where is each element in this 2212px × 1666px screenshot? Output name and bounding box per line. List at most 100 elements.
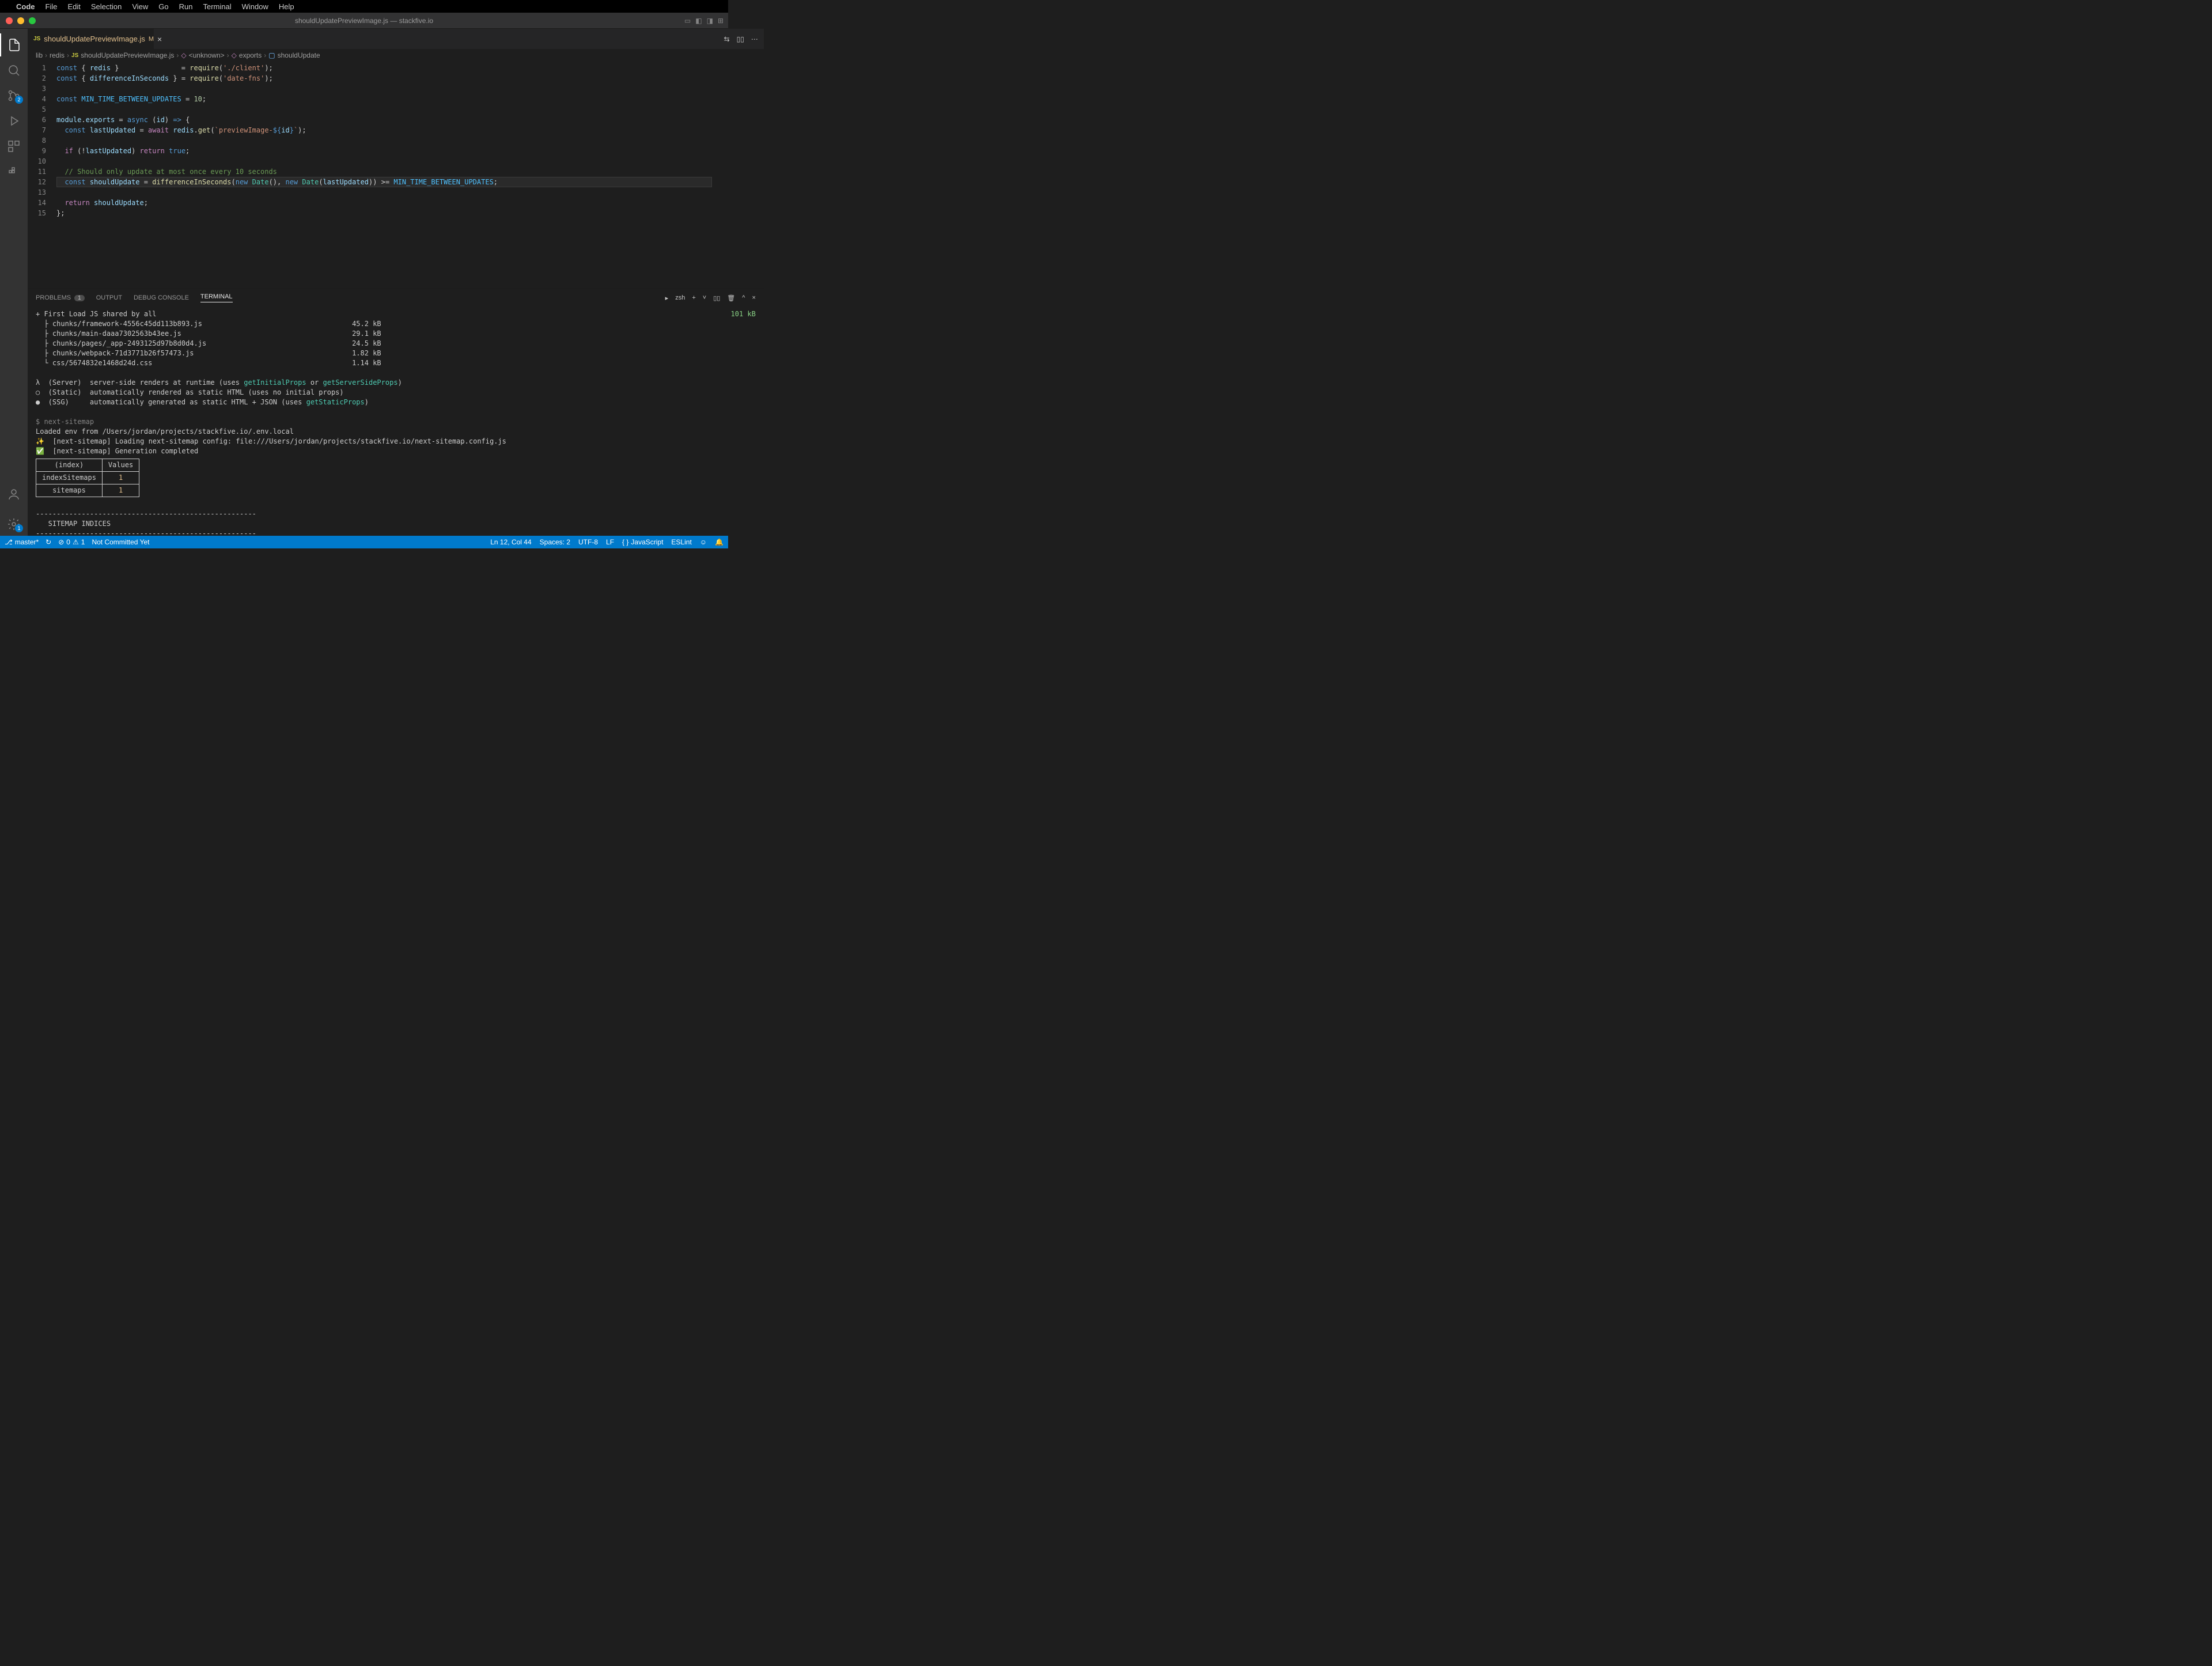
panel-tab-terminal[interactable]: TERMINAL xyxy=(200,293,233,302)
encoding[interactable]: UTF-8 xyxy=(578,538,598,546)
menu-help[interactable]: Help xyxy=(279,2,294,11)
debug-icon xyxy=(7,114,21,128)
activity-scm[interactable]: 2 xyxy=(0,84,28,107)
terminal-dropdown-icon[interactable]: ˅ xyxy=(703,294,706,301)
settings-badge: 1 xyxy=(15,524,23,532)
symbol-icon: ◇ xyxy=(181,51,186,59)
language-mode[interactable]: { } JavaScript xyxy=(622,538,663,546)
menu-view[interactable]: View xyxy=(132,2,148,11)
shell-name[interactable]: zsh xyxy=(675,294,685,301)
git-status[interactable]: Not Committed Yet xyxy=(92,538,149,546)
window-titlebar: shouldUpdatePreviewImage.js — stackfive.… xyxy=(0,13,728,29)
panel-tab-problems[interactable]: PROBLEMS 1 xyxy=(36,294,85,301)
extensions-icon xyxy=(7,139,21,153)
line-gutter: 123456789101112131415 xyxy=(28,62,56,288)
problems-label: PROBLEMS xyxy=(36,294,71,301)
status-bar: ⎇master* ↻ ⊘0 ⚠1 Not Committed Yet Ln 12… xyxy=(0,536,728,548)
app-name[interactable]: Code xyxy=(16,2,35,11)
minimap[interactable] xyxy=(712,62,764,288)
bottom-panel: PROBLEMS 1 OUTPUT DEBUG CONSOLE TERMINAL… xyxy=(28,288,764,536)
eol[interactable]: LF xyxy=(606,538,614,546)
breadcrumb-part[interactable]: shouldUpdatePreviewImage.js xyxy=(81,51,174,59)
activity-settings[interactable]: 1 xyxy=(0,513,28,536)
panel-tab-debug[interactable]: DEBUG CONSOLE xyxy=(134,294,189,301)
warning-count: 1 xyxy=(81,538,85,546)
tab-status: M xyxy=(149,36,154,43)
minimize-window-button[interactable] xyxy=(17,17,24,24)
docker-icon xyxy=(7,165,21,179)
js-file-icon: JS xyxy=(71,52,78,59)
breadcrumb-part[interactable]: <unknown> xyxy=(189,51,225,59)
shell-launcher-icon[interactable]: ▸ xyxy=(665,294,669,302)
breadcrumb-part[interactable]: lib xyxy=(36,51,43,59)
activity-search[interactable] xyxy=(0,59,28,82)
tab-label: shouldUpdatePreviewImage.js xyxy=(44,35,145,43)
breadcrumb-part[interactable]: exports xyxy=(239,51,262,59)
search-icon xyxy=(7,63,21,77)
branch-name: master* xyxy=(15,538,39,546)
eslint-status[interactable]: ESLint xyxy=(671,538,691,546)
account-icon xyxy=(7,487,21,501)
indentation[interactable]: Spaces: 2 xyxy=(540,538,570,546)
close-panel-icon[interactable]: × xyxy=(752,294,755,301)
toggle-secondary-icon[interactable]: ◨ xyxy=(707,17,713,25)
close-window-button[interactable] xyxy=(6,17,13,24)
menu-go[interactable]: Go xyxy=(158,2,168,11)
symbol-icon: ◇ xyxy=(232,51,237,59)
traffic-lights xyxy=(0,17,36,24)
menu-edit[interactable]: Edit xyxy=(67,2,80,11)
files-icon xyxy=(7,38,21,52)
window-title: shouldUpdatePreviewImage.js — stackfive.… xyxy=(295,17,433,25)
sync-button[interactable]: ↻ xyxy=(46,538,51,546)
notifications-icon[interactable]: 🔔 xyxy=(715,538,724,546)
activity-docker[interactable] xyxy=(0,160,28,183)
error-count: 0 xyxy=(66,538,70,546)
editor-tab[interactable]: JS shouldUpdatePreviewImage.js M × xyxy=(28,29,154,49)
activity-bar: 2 1 xyxy=(0,29,28,536)
kill-terminal-icon[interactable]: 🗑 xyxy=(727,294,735,302)
error-icon: ⊘ xyxy=(58,538,64,546)
customize-layout-icon[interactable]: ⊞ xyxy=(718,17,724,25)
editor-area: JS shouldUpdatePreviewImage.js M × ⇆ ▯▯ … xyxy=(28,29,764,536)
scm-badge: 2 xyxy=(15,96,23,104)
layout-controls: ▭ ◧ ◨ ⊞ xyxy=(684,17,724,25)
editor-body[interactable]: 123456789101112131415 const { redis } = … xyxy=(28,62,764,288)
breadcrumb-part[interactable]: redis xyxy=(50,51,65,59)
new-terminal-icon[interactable]: + xyxy=(692,294,695,301)
terminal-output[interactable]: + First Load JS shared by all 101 kB ├ c… xyxy=(28,307,764,536)
git-branch[interactable]: ⎇master* xyxy=(5,538,39,546)
activity-debug[interactable] xyxy=(0,109,28,132)
branch-icon: ⎇ xyxy=(5,538,13,546)
activity-extensions[interactable] xyxy=(0,135,28,158)
feedback-icon[interactable]: ☺ xyxy=(700,538,707,546)
breadcrumbs[interactable]: lib› redis› JS shouldUpdatePreviewImage.… xyxy=(28,49,764,62)
menu-file[interactable]: File xyxy=(46,2,58,11)
cursor-position[interactable]: Ln 12, Col 44 xyxy=(490,538,531,546)
code-content[interactable]: const { redis } = require('./client');co… xyxy=(56,62,712,288)
more-actions-icon[interactable]: ⋯ xyxy=(751,35,758,43)
panel-actions: ▸ zsh + ˅ ▯▯ 🗑 ^ × xyxy=(665,294,756,302)
maximize-panel-icon[interactable]: ^ xyxy=(742,294,745,301)
breadcrumb-part[interactable]: shouldUpdate xyxy=(278,51,320,59)
maximize-window-button[interactable] xyxy=(29,17,36,24)
problems-status[interactable]: ⊘0 ⚠1 xyxy=(58,538,85,546)
language-label: JavaScript xyxy=(631,538,663,546)
menu-terminal[interactable]: Terminal xyxy=(203,2,232,11)
problems-badge: 1 xyxy=(74,295,85,301)
toggle-panel-icon[interactable]: ▭ xyxy=(684,17,691,25)
menu-run[interactable]: Run xyxy=(179,2,193,11)
close-tab-icon[interactable]: × xyxy=(157,35,162,44)
macos-menubar[interactable]: Code File Edit Selection View Go Run Ter… xyxy=(0,0,728,13)
js-file-icon: JS xyxy=(33,36,40,42)
braces-icon: { } xyxy=(622,538,628,546)
editor-actions: ⇆ ▯▯ ⋯ xyxy=(718,29,764,49)
split-terminal-icon[interactable]: ▯▯ xyxy=(713,294,720,302)
activity-accounts[interactable] xyxy=(0,483,28,506)
split-editor-icon[interactable]: ▯▯ xyxy=(737,35,744,43)
menu-window[interactable]: Window xyxy=(242,2,268,11)
panel-tab-output[interactable]: OUTPUT xyxy=(96,294,122,301)
activity-explorer[interactable] xyxy=(0,33,28,56)
menu-selection[interactable]: Selection xyxy=(91,2,122,11)
compare-changes-icon[interactable]: ⇆ xyxy=(724,35,730,43)
toggle-sidebar-icon[interactable]: ◧ xyxy=(695,17,702,25)
